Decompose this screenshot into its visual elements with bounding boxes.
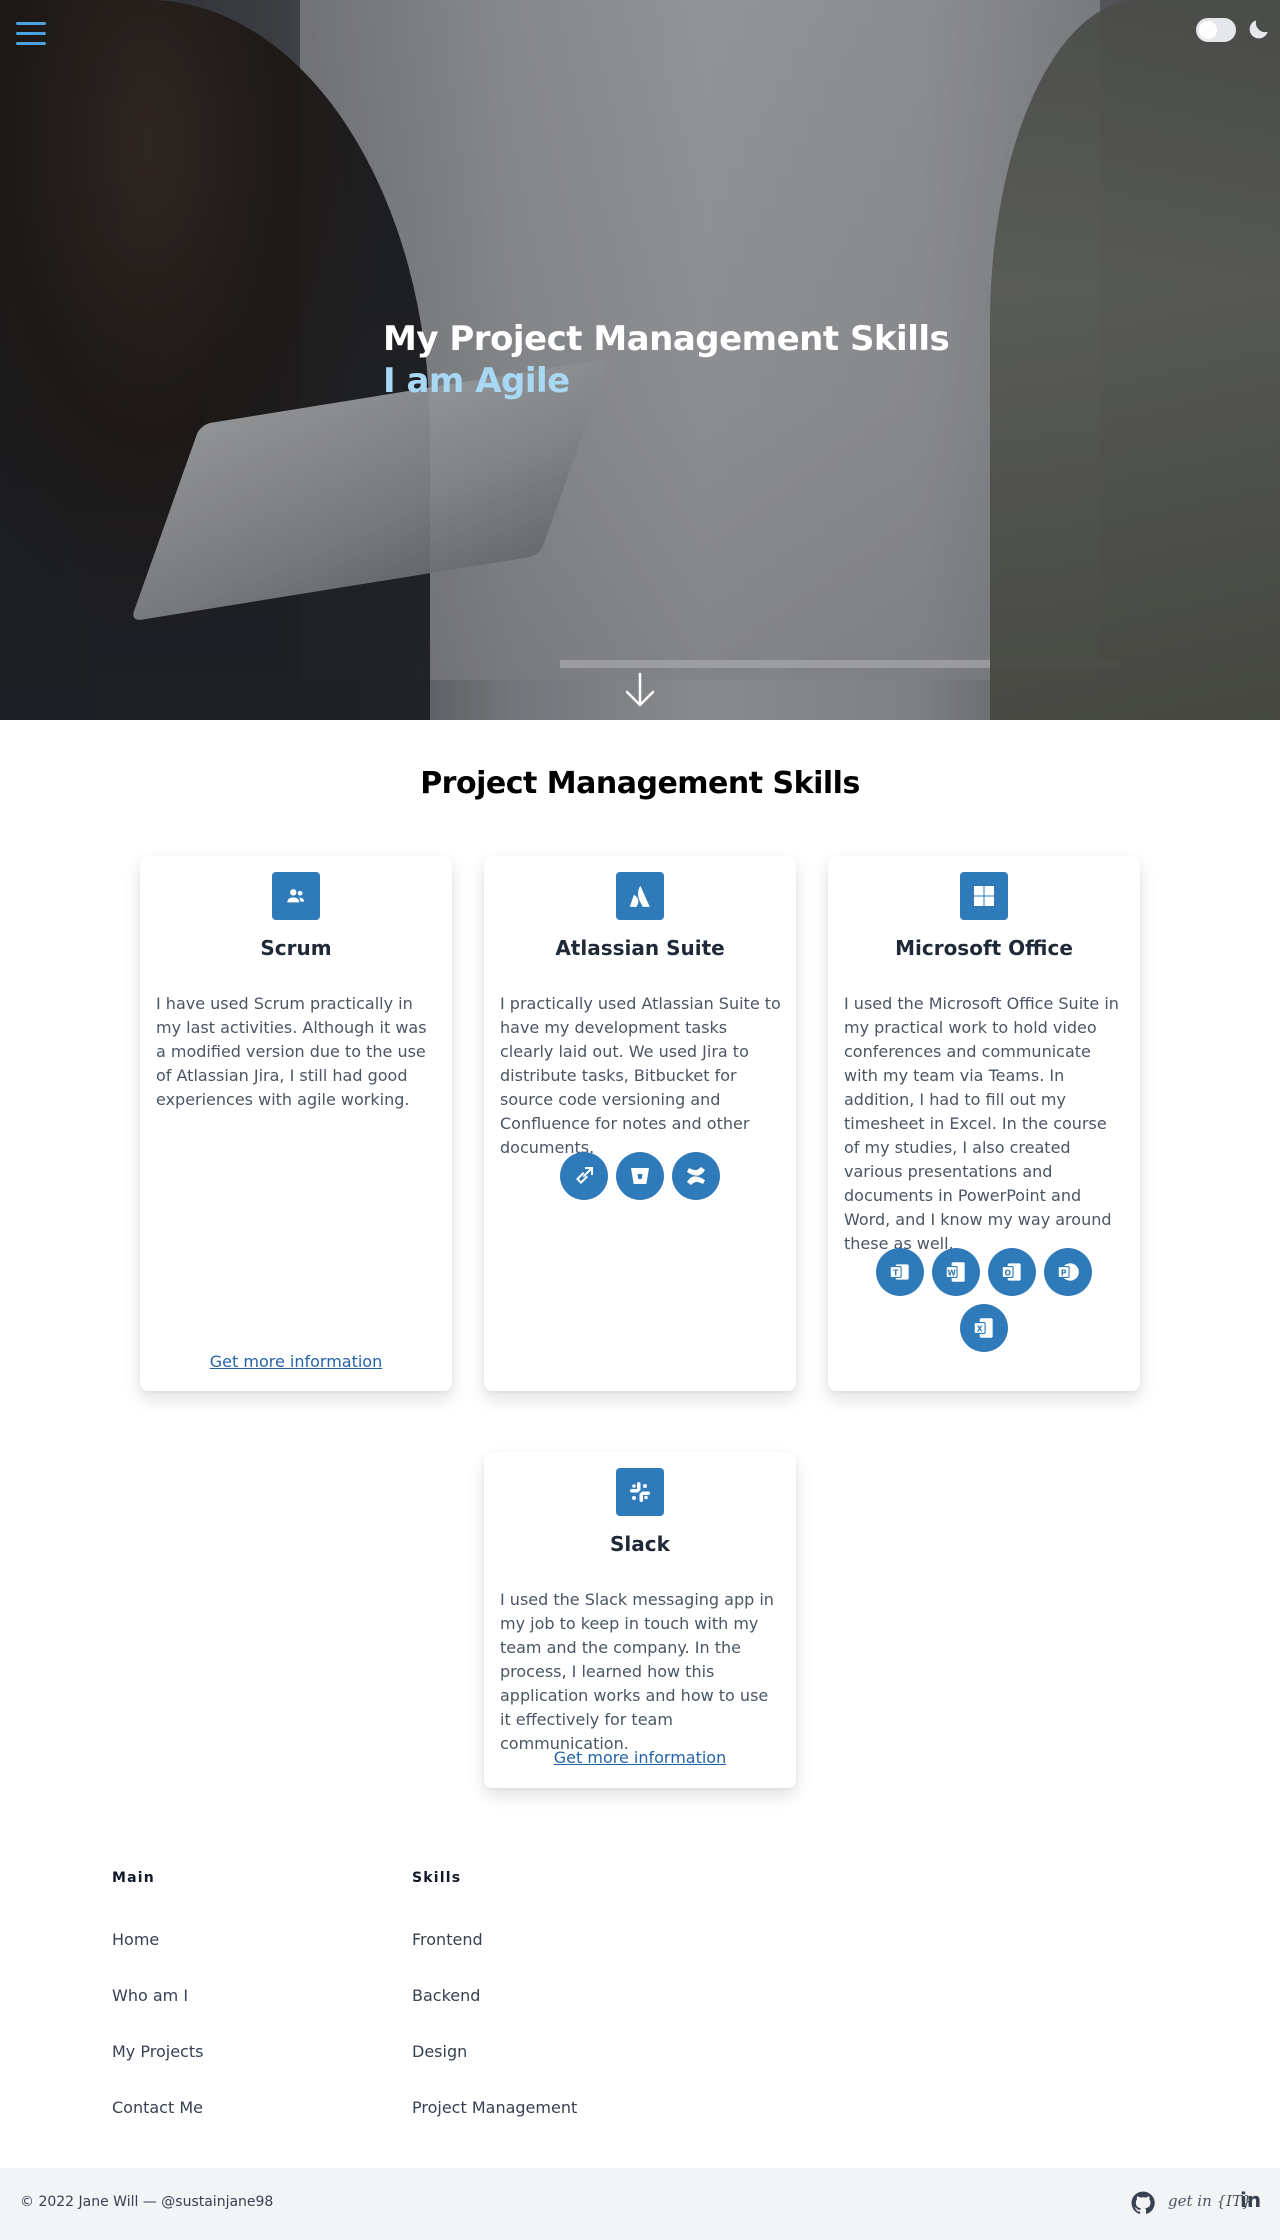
footer-link-project-management[interactable]: Project Management [412,2098,577,2117]
github-icon[interactable] [1130,2190,1156,2216]
footer-link-design[interactable]: Design [412,2042,467,2061]
card-title: Slack [610,1532,670,1556]
footer-skills-heading: Skills [412,1870,462,1886]
windows-icon [960,872,1008,920]
bottom-bar: © 2022 Jane Will — @sustainjane98 get in… [0,2168,1280,2240]
footer-link-my-projects[interactable]: My Projects [112,2042,203,2061]
confluence-icon[interactable] [672,1152,720,1200]
outlook-icon[interactable]: O [988,1248,1036,1296]
powerpoint-icon[interactable]: P [1044,1248,1092,1296]
skill-card-atlassian-suite: Atlassian Suite I practically used Atlas… [484,856,796,1391]
teams-icon[interactable]: T [876,1248,924,1296]
card-text: I have used Scrum practically in my last… [156,994,427,1109]
footer-link-home[interactable]: Home [112,1930,159,1949]
hero-text: My Project Management Skills I am Agile [383,318,950,402]
card-title: Atlassian Suite [555,936,725,960]
slack-icon [616,1468,664,1516]
linkedin-icon[interactable]: in [1240,2188,1261,2212]
hero-title: My Project Management Skills [383,319,950,359]
footer-skills-column: Skills [412,1870,461,1886]
copyright-text: © 2022 Jane Will — @sustainjane98 [20,2194,274,2210]
hero-banner: My Project Management Skills I am Agile [0,0,1280,720]
jira-icon[interactable] [560,1152,608,1200]
excel-icon[interactable]: X [960,1304,1008,1352]
atlassian-icon [616,872,664,920]
section-title: Project Management Skills [420,766,860,801]
card-title: Microsoft Office [895,936,1073,960]
getin-it-logo[interactable]: get in {IT} [1168,2192,1252,2210]
tool-icons [484,1152,796,1200]
bitbucket-icon[interactable] [616,1152,664,1200]
footer-main-heading: Main [112,1870,155,1886]
svg-text:P: P [1061,1268,1067,1277]
svg-text:T: T [893,1268,899,1277]
footer-link-backend[interactable]: Backend [412,1986,480,2005]
footer-link-who-am-i[interactable]: Who am I [112,1986,188,2005]
skill-card-microsoft-office: Microsoft Office I used the Microsoft Of… [828,856,1140,1391]
card-text: I practically used Atlassian Suite to ha… [500,994,781,1157]
get-more-information-link[interactable]: Get more information [484,1748,796,1767]
skill-card-scrum: Scrum I have used Scrum practically in m… [140,856,452,1391]
card-title: Scrum [260,936,332,960]
card-text: I used the Slack messaging app in my job… [500,1590,774,1753]
hamburger-menu-icon[interactable] [16,22,48,48]
get-more-information-link[interactable]: Get more information [140,1352,452,1371]
tool-icons-row-2: X [828,1304,1140,1352]
svg-text:X: X [977,1324,983,1333]
footer-link-contact-me[interactable]: Contact Me [112,2098,203,2117]
arrow-down-icon[interactable] [624,672,656,708]
tool-icons: T W O P [828,1248,1140,1296]
users-icon [272,872,320,920]
svg-text:W: W [947,1268,956,1277]
hero-subtitle: I am Agile [383,361,570,401]
moon-icon[interactable] [1246,16,1272,42]
svg-text:O: O [1004,1268,1011,1277]
theme-toggle[interactable] [1196,18,1236,42]
footer-main-column: Main [112,1870,155,1886]
theme-toggle-knob [1199,21,1217,39]
skill-card-slack: Slack I used the Slack messaging app in … [484,1452,796,1788]
word-icon[interactable]: W [932,1248,980,1296]
footer-link-frontend[interactable]: Frontend [412,1930,483,1949]
card-text: I used the Microsoft Office Suite in my … [844,994,1119,1253]
